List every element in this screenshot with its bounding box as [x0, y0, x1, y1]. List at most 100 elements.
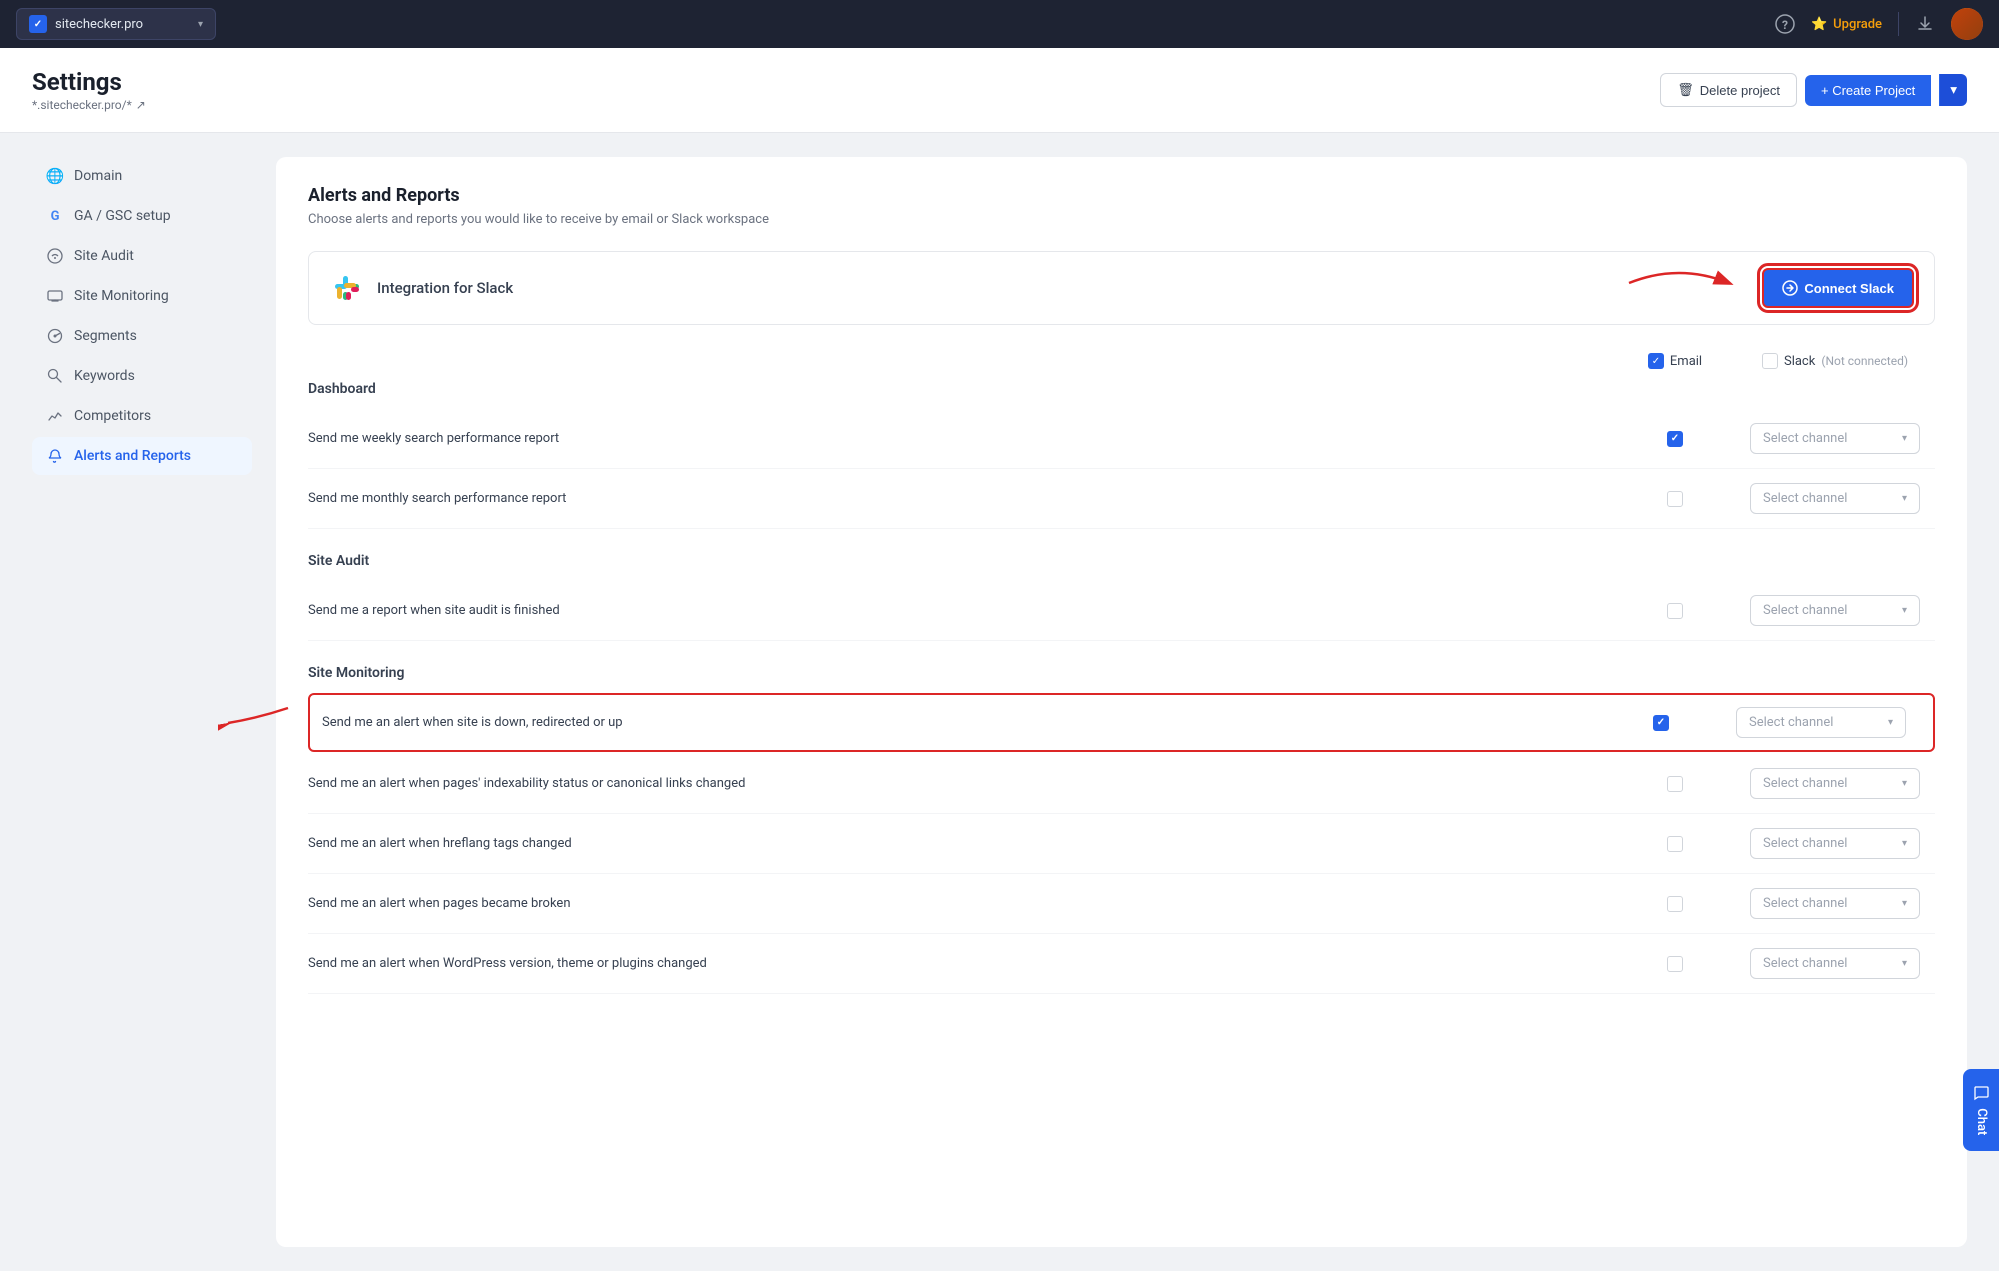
slack-logo-icon [329, 270, 365, 306]
external-link-icon: ↗ [136, 98, 146, 112]
section-dashboard-title: Dashboard [308, 381, 1935, 397]
help-icon[interactable]: ? [1775, 14, 1795, 34]
email-checkbox[interactable] [1667, 776, 1683, 792]
sidebar-item-label: Alerts and Reports [74, 448, 191, 464]
select-channel-text: Select channel [1763, 431, 1894, 446]
table-row: Send me a report when site audit is fini… [308, 581, 1935, 641]
section-site-audit: Site Audit Send me a report when site au… [308, 553, 1935, 641]
domain-icon: 🌐 [46, 167, 64, 185]
chevron-down-icon: ▾ [1902, 493, 1907, 504]
sidebar-item-label: Segments [74, 328, 137, 344]
email-checkbox[interactable] [1667, 836, 1683, 852]
slack-label: Integration for Slack [377, 279, 513, 297]
sidebar-item-keywords[interactable]: Keywords [32, 357, 252, 395]
sidebar-item-competitors[interactable]: Competitors [32, 397, 252, 435]
segments-icon [46, 327, 64, 345]
chevron-down-icon: ▾ [1950, 82, 1957, 97]
email-checkbox[interactable] [1667, 896, 1683, 912]
connect-slack-button[interactable]: Connect Slack [1762, 268, 1914, 308]
select-channel-dropdown[interactable]: Select channel ▾ [1750, 828, 1920, 859]
competitors-icon [46, 407, 64, 425]
row-label: Send me an alert when pages became broke… [308, 896, 1615, 911]
content-panel: Alerts and Reports Choose alerts and rep… [276, 157, 1967, 1247]
select-channel-dropdown[interactable]: Select channel ▾ [1750, 948, 1920, 979]
sidebar-item-ga-gsc[interactable]: G GA / GSC setup [32, 197, 252, 235]
row-label: Send me monthly search performance repor… [308, 491, 1615, 506]
table-row: Send me weekly search performance report… [308, 409, 1935, 469]
header-actions: 🗑 Delete project + Create Project ▾ [1660, 73, 1967, 107]
select-channel-dropdown[interactable]: Select channel ▾ [1736, 707, 1906, 738]
ga-icon: G [46, 207, 64, 225]
email-checkbox[interactable] [1653, 715, 1669, 731]
row-email-checkbox [1615, 603, 1735, 619]
email-checkbox[interactable] [1667, 491, 1683, 507]
select-channel-dropdown[interactable]: Select channel ▾ [1750, 483, 1920, 514]
sidebar-item-site-monitoring[interactable]: Site Monitoring [32, 277, 252, 315]
red-arrow-right [1619, 253, 1739, 313]
sidebar-item-site-audit[interactable]: Site Audit [32, 237, 252, 275]
sidebar-item-label: Competitors [74, 408, 151, 424]
chat-button[interactable]: Chat [1963, 1069, 1999, 1151]
sidebar-item-domain[interactable]: 🌐 Domain [32, 157, 252, 195]
email-col-label: Email [1670, 354, 1702, 369]
slack-header-checkbox [1762, 353, 1778, 369]
row-email-checkbox [1601, 715, 1721, 731]
upgrade-icon: ⭐ [1811, 17, 1827, 32]
upgrade-button[interactable]: ⭐ Upgrade [1811, 17, 1882, 32]
monitoring-icon [46, 287, 64, 305]
table-row: Send me an alert when pages' indexabilit… [308, 754, 1935, 814]
table-row: Send me an alert when hreflang tags chan… [308, 814, 1935, 874]
sidebar-item-label: Keywords [74, 368, 135, 384]
email-checkbox[interactable] [1667, 603, 1683, 619]
sidebar-item-alerts[interactable]: Alerts and Reports [32, 437, 252, 475]
chevron-down-icon: ▾ [1902, 958, 1907, 969]
page-title: Settings [32, 68, 146, 96]
sidebar-item-segments[interactable]: Segments [32, 317, 252, 355]
select-channel-dropdown[interactable]: Select channel ▾ [1750, 888, 1920, 919]
avatar[interactable] [1951, 8, 1983, 40]
section-subtitle: Choose alerts and reports you would like… [308, 212, 1935, 227]
email-checkbox[interactable] [1667, 431, 1683, 447]
col-header-email: Email [1615, 353, 1735, 369]
page-title-area: Settings *.sitechecker.pro/* ↗ [32, 68, 146, 112]
row-label: Send me weekly search performance report [308, 431, 1615, 446]
chevron-down-icon: ▾ [1902, 838, 1907, 849]
svg-text:?: ? [1782, 18, 1788, 32]
section-site-monitoring: Site Monitoring Send me an alert when s [308, 665, 1935, 994]
select-channel-text: Select channel [1763, 776, 1894, 791]
row-email-checkbox [1615, 956, 1735, 972]
row-slack-select: Select channel ▾ [1735, 828, 1935, 859]
section-title: Alerts and Reports [308, 185, 1935, 206]
create-project-button[interactable]: + Create Project [1805, 75, 1931, 106]
section-site-monitoring-title: Site Monitoring [308, 665, 1935, 681]
select-channel-dropdown[interactable]: Select channel ▾ [1750, 595, 1920, 626]
row-label: Send me an alert when site is down, redi… [322, 715, 1601, 730]
download-icon[interactable] [1915, 14, 1935, 34]
site-selector-label: sitechecker.pro [55, 17, 190, 32]
select-channel-dropdown[interactable]: Select channel ▾ [1750, 768, 1920, 799]
select-channel-dropdown[interactable]: Select channel ▾ [1750, 423, 1920, 454]
chevron-down-icon: ▾ [198, 19, 203, 30]
create-btn-label: + Create Project [1821, 83, 1915, 98]
row-slack-select: Select channel ▾ [1735, 595, 1935, 626]
delete-project-button[interactable]: 🗑 Delete project [1660, 73, 1797, 107]
email-checkbox[interactable] [1667, 956, 1683, 972]
chevron-down-icon: ▾ [1902, 605, 1907, 616]
site-selector[interactable]: ✓ sitechecker.pro ▾ [16, 8, 216, 40]
avatar-image [1951, 8, 1983, 40]
chat-label: Chat [1974, 1108, 1989, 1135]
create-project-dropdown-button[interactable]: ▾ [1939, 74, 1967, 106]
sidebar-item-label: Domain [74, 168, 122, 184]
sidebar-item-label: Site Monitoring [74, 288, 169, 304]
main-content: 🌐 Domain G GA / GSC setup Site [0, 133, 1999, 1271]
select-channel-text: Select channel [1763, 836, 1894, 851]
breadcrumb-text: *.sitechecker.pro/* [32, 98, 132, 112]
keywords-icon [46, 367, 64, 385]
row-slack-select: Select channel ▾ [1721, 707, 1921, 738]
audit-icon [46, 247, 64, 265]
site-logo: ✓ [29, 15, 47, 33]
slack-connect-icon [1782, 280, 1798, 296]
chevron-down-icon: ▾ [1902, 433, 1907, 444]
select-channel-text: Select channel [1763, 896, 1894, 911]
page-header: Settings *.sitechecker.pro/* ↗ 🗑 Delete … [0, 48, 1999, 133]
